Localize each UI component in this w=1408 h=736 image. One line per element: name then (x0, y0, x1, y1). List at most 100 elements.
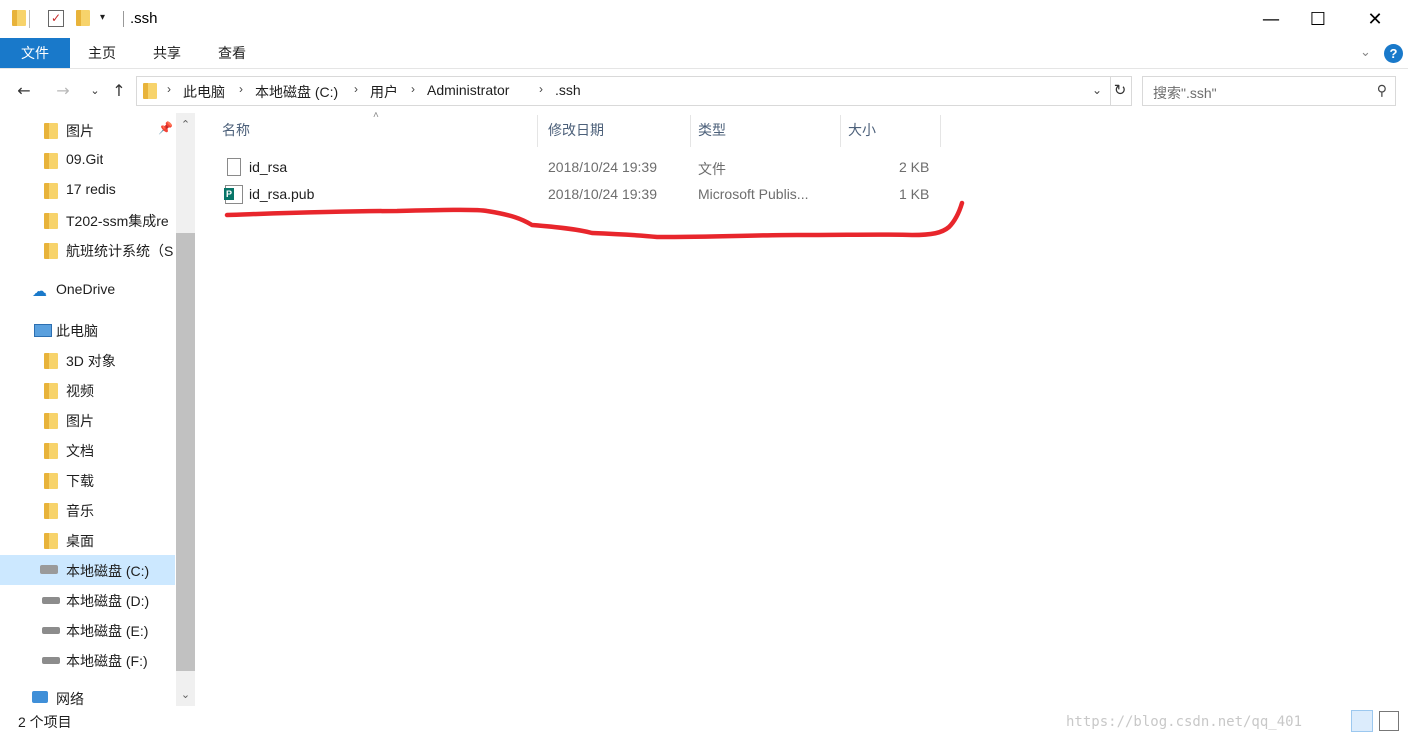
pictures-icon (44, 413, 58, 429)
tab-file[interactable]: 文件 (0, 38, 70, 68)
sidebar-item-label: 本地磁盘 (C:) (66, 563, 150, 579)
help-icon[interactable]: ? (1384, 44, 1403, 63)
forward-arrow-icon[interactable]: → (52, 79, 74, 103)
folder-icon (44, 243, 58, 259)
column-divider[interactable] (940, 115, 941, 147)
address-bar[interactable]: › 此电脑 › 本地磁盘 (C:) › 用户 › Administrator ›… (136, 76, 1111, 106)
column-header-size[interactable]: 大小 (848, 113, 876, 147)
quick-access-dropdown-icon[interactable]: ▾ (100, 12, 105, 23)
file-date: 2018/10/24 19:39 (548, 159, 657, 175)
sidebar-item-videos[interactable]: 视频 (0, 375, 175, 405)
refresh-icon[interactable]: ↻ (1109, 76, 1132, 106)
sidebar-item-label: 3D 对象 (66, 353, 116, 369)
sidebar-item-desktop[interactable]: 桌面 (0, 525, 175, 555)
up-arrow-icon[interactable]: ↑ (108, 79, 130, 103)
tab-home[interactable]: 主页 (82, 38, 122, 68)
breadcrumb-this-pc[interactable]: 此电脑 (183, 82, 225, 102)
breadcrumb-separator-icon[interactable]: › (354, 82, 358, 96)
item-count: 2 个项目 (18, 714, 72, 730)
sidebar-item-t202[interactable]: T202-ssm集成re (0, 205, 175, 235)
sidebar-item-pictures[interactable]: 图片 (0, 405, 175, 435)
column-divider[interactable] (537, 115, 538, 147)
sidebar-item-label: 09.Git (66, 151, 104, 167)
breadcrumb-drive-c[interactable]: 本地磁盘 (C:) (255, 82, 338, 102)
navigation-pane: 图片 📌 09.Git 17 redis T202-ssm集成re 航班统计系统… (0, 113, 196, 707)
breadcrumb-separator-icon[interactable]: › (167, 82, 171, 96)
column-divider[interactable] (690, 115, 691, 147)
column-header-date[interactable]: 修改日期 (548, 113, 604, 147)
watermark-text: https://blog.csdn.net/qq_401 (1066, 714, 1303, 730)
folder-icon (44, 213, 58, 229)
sidebar-item-flight-stats[interactable]: 航班统计系统（S (0, 235, 175, 265)
sidebar-item-label: 本地磁盘 (F:) (66, 653, 148, 669)
sidebar-item-downloads[interactable]: 下载 (0, 465, 175, 495)
sidebar-item-label: 桌面 (66, 533, 94, 549)
sidebar-item-git[interactable]: 09.Git (0, 145, 175, 175)
sidebar-item-redis[interactable]: 17 redis (0, 175, 175, 205)
close-button[interactable]: ✕ (1352, 0, 1398, 38)
folder-icon (44, 183, 58, 199)
sidebar-item-drive-f[interactable]: 本地磁盘 (F:) (0, 645, 175, 675)
breadcrumb-ssh[interactable]: .ssh (555, 82, 581, 98)
expand-ribbon-icon[interactable]: ⌄ (1360, 44, 1371, 60)
sidebar-item-label: 视频 (66, 383, 94, 399)
minimize-button[interactable]: — (1248, 0, 1294, 38)
breadcrumb-separator-icon[interactable]: › (411, 82, 415, 96)
sidebar-item-drive-c[interactable]: 本地磁盘 (C:) (0, 555, 175, 585)
properties-icon[interactable]: ✓ (48, 10, 64, 27)
sidebar-scroll-thumb[interactable] (176, 233, 195, 671)
recent-locations-chevron-icon[interactable]: ⌄ (84, 79, 106, 103)
title-separator (123, 11, 124, 27)
folder-icon (12, 10, 26, 26)
folder-icon (143, 83, 157, 99)
music-icon (44, 503, 58, 519)
tab-share[interactable]: 共享 (147, 38, 187, 68)
search-icon[interactable]: ⚲ (1377, 82, 1387, 99)
scroll-up-chevron-icon[interactable]: ⌃ (176, 115, 195, 135)
address-history-chevron-icon[interactable]: ⌄ (1092, 83, 1102, 97)
network-icon (32, 691, 48, 703)
pin-icon[interactable]: 📌 (158, 121, 173, 135)
sidebar-item-label: 下载 (66, 473, 94, 489)
sidebar-item-label: 航班统计系统（S (66, 243, 174, 259)
large-icons-view-icon[interactable] (1379, 711, 1399, 731)
breadcrumb-users[interactable]: 用户 (370, 82, 398, 102)
sidebar-item-this-pc[interactable]: 此电脑 (0, 315, 175, 345)
sidebar-item-drive-d[interactable]: 本地磁盘 (D:) (0, 585, 175, 615)
sidebar-item-label: T202-ssm集成re (66, 213, 169, 229)
navigation-bar: ← → ⌄ ↑ › 此电脑 › 本地磁盘 (C:) › 用户 › Adminis… (0, 69, 1408, 113)
sidebar-item-pictures-pinned[interactable]: 图片 📌 (0, 115, 175, 145)
breadcrumb-administrator[interactable]: Administrator (427, 82, 509, 98)
3d-objects-icon (44, 353, 58, 369)
sidebar-item-label: 图片 (66, 413, 94, 429)
column-header-name[interactable]: 名称 (222, 113, 250, 147)
windows-drive-icon (40, 565, 58, 574)
sidebar-item-network[interactable]: 网络 (0, 685, 175, 707)
maximize-button[interactable]: ☐ (1295, 0, 1341, 38)
folder-icon (44, 123, 58, 139)
sidebar-item-3d-objects[interactable]: 3D 对象 (0, 345, 175, 375)
sidebar-item-label: 17 redis (66, 181, 116, 197)
new-folder-icon[interactable] (76, 10, 90, 26)
file-type: 文件 (698, 161, 726, 177)
sidebar-item-label: 文档 (66, 443, 94, 459)
file-row-id-rsa[interactable]: id_rsa 2018/10/24 19:39 文件 2 KB (217, 155, 947, 181)
sidebar-item-music[interactable]: 音乐 (0, 495, 175, 525)
search-placeholder: 搜索".ssh" (1153, 85, 1217, 101)
sidebar-item-label: 本地磁盘 (D:) (66, 593, 150, 609)
column-header-type[interactable]: 类型 (698, 113, 726, 147)
tab-view[interactable]: 查看 (212, 38, 252, 68)
column-divider[interactable] (840, 115, 841, 147)
breadcrumb-separator-icon[interactable]: › (539, 82, 543, 96)
details-view-icon[interactable] (1351, 710, 1373, 732)
sidebar-item-drive-e[interactable]: 本地磁盘 (E:) (0, 615, 175, 645)
sidebar-item-documents[interactable]: 文档 (0, 435, 175, 465)
desktop-icon (44, 533, 58, 549)
search-input[interactable]: 搜索".ssh" ⚲ (1142, 76, 1396, 106)
breadcrumb-separator-icon[interactable]: › (239, 82, 243, 96)
sidebar-item-onedrive[interactable]: ☁ OneDrive (0, 275, 175, 305)
scroll-down-chevron-icon[interactable]: ⌄ (176, 685, 195, 705)
sidebar-item-label: 本地磁盘 (E:) (66, 623, 149, 639)
cloud-icon: ☁ (32, 283, 47, 300)
back-arrow-icon[interactable]: ← (13, 79, 35, 103)
